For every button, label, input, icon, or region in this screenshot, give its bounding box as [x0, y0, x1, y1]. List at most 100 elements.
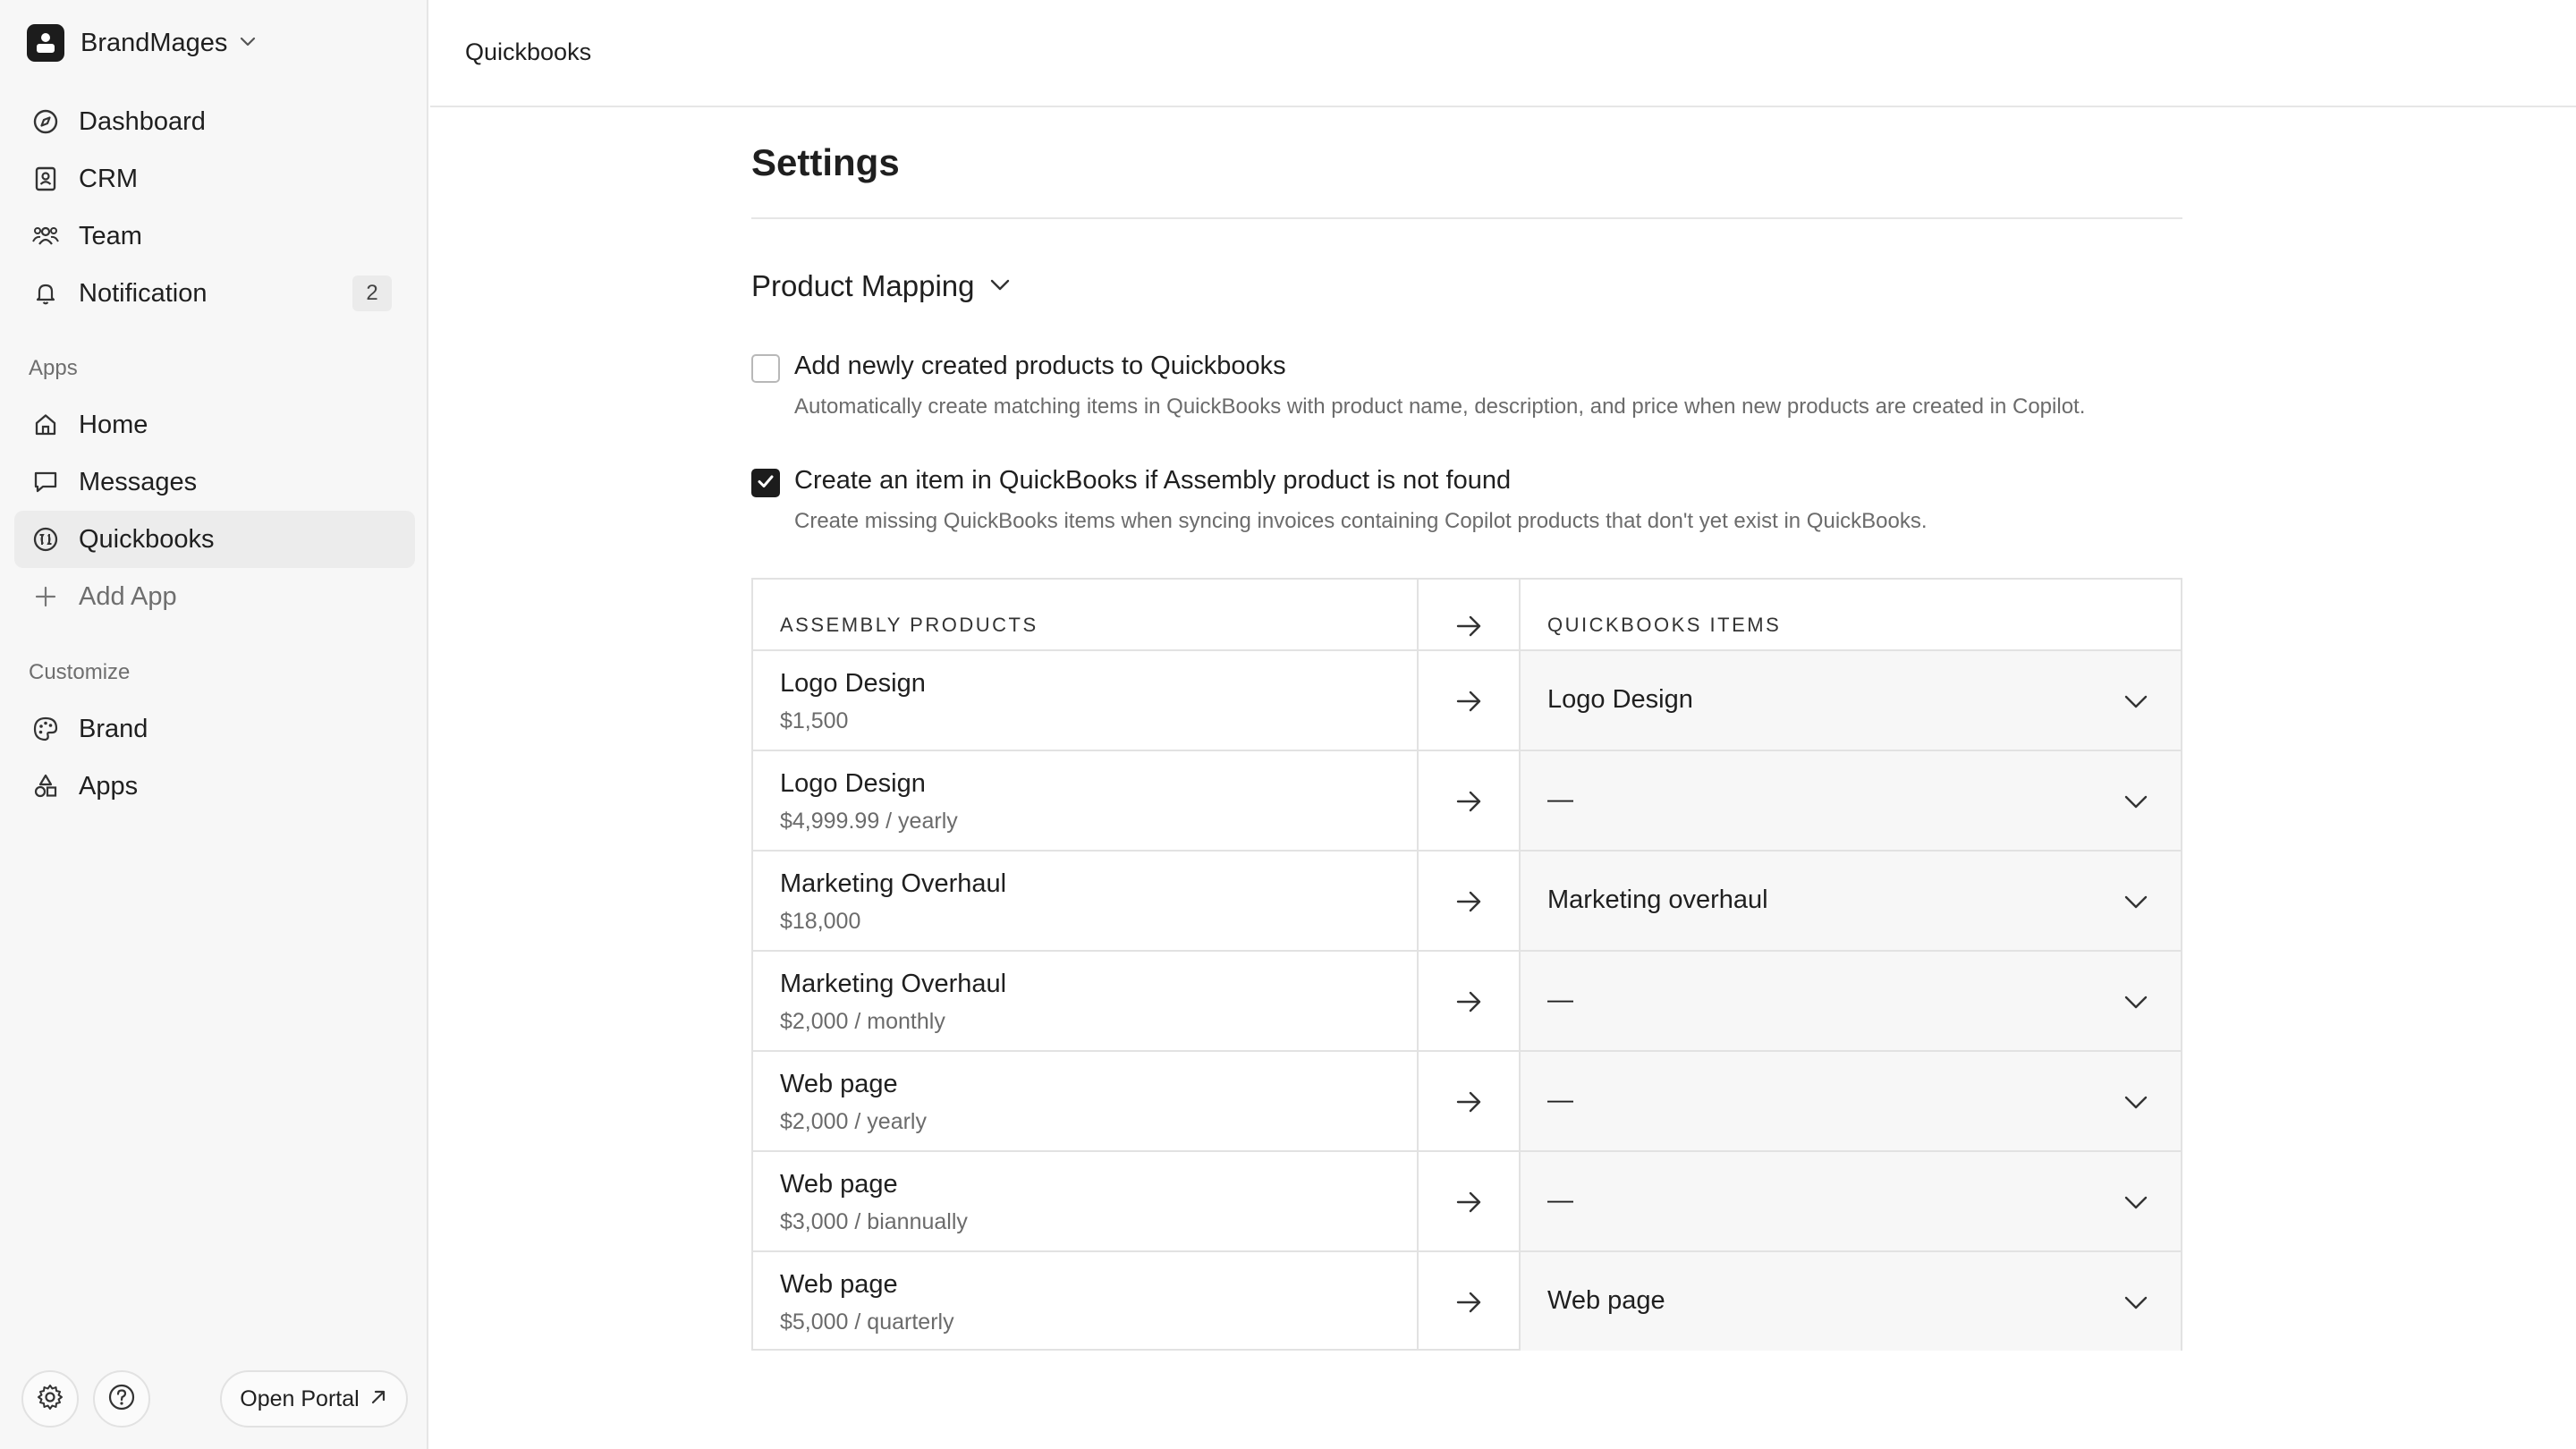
- notification-count-badge: 2: [352, 275, 392, 311]
- sidebar-item-label: Messages: [79, 467, 198, 496]
- quickbooks-item-select[interactable]: Marketing overhaul: [1521, 852, 2181, 950]
- chevron-down-icon: [238, 31, 258, 55]
- open-portal-label: Open Portal: [240, 1385, 360, 1411]
- sidebar-item-label: CRM: [79, 164, 139, 193]
- quickbooks-item-select[interactable]: —: [1521, 952, 2181, 1050]
- quickbooks-item-select[interactable]: —: [1521, 1152, 2181, 1250]
- option-description: Automatically create matching items in Q…: [794, 394, 2086, 419]
- product-price: $2,000 / yearly: [780, 1109, 927, 1134]
- message-icon: [30, 467, 61, 497]
- quickbooks-item-select[interactable]: —: [1521, 1052, 2181, 1150]
- table-row: Web page $5,000 / quarterly Web page: [753, 1250, 2181, 1351]
- column-header-quickbooks-items: QUICKBOOKS ITEMS: [1547, 614, 1782, 636]
- product-price: $4,999.99 / yearly: [780, 809, 958, 834]
- sidebar-item-dashboard[interactable]: Dashboard: [14, 93, 415, 150]
- table-row: Web page $3,000 / biannually —: [753, 1150, 2181, 1250]
- sidebar-item-brand[interactable]: Brand: [14, 700, 415, 758]
- sidebar-item-quickbooks[interactable]: Quickbooks: [14, 511, 415, 568]
- bell-icon: [30, 278, 61, 309]
- settings-button[interactable]: [21, 1370, 79, 1428]
- product-name: Marketing Overhaul: [780, 869, 1007, 898]
- chevron-down-icon: [2122, 1288, 2150, 1321]
- table-row: Web page $2,000 / yearly —: [753, 1050, 2181, 1150]
- sidebar-item-apps[interactable]: Apps: [14, 758, 415, 815]
- sidebar-item-label: Brand: [79, 714, 148, 743]
- quickbooks-icon: [30, 524, 61, 555]
- quickbooks-item-select[interactable]: Web page: [1521, 1252, 2181, 1351]
- sidebar-item-messages[interactable]: Messages: [14, 453, 415, 511]
- selected-item: —: [1547, 1186, 1573, 1215]
- breadcrumb: Quickbooks: [465, 38, 592, 65]
- workspace-logo-icon: [27, 24, 64, 62]
- sidebar-item-team[interactable]: Team: [14, 208, 415, 265]
- product-mapping-table: ASSEMBLY PRODUCTS QUICKBOOKS ITEMS Logo …: [751, 578, 2182, 1351]
- help-circle-icon: [107, 1383, 136, 1416]
- product-price: $1,500: [780, 708, 849, 733]
- sidebar-item-label: Notification: [79, 278, 208, 308]
- arrow-right-icon: [1453, 1286, 1485, 1318]
- plus-icon: [30, 581, 61, 612]
- selected-item: —: [1547, 986, 1573, 1014]
- product-price: $18,000: [780, 909, 861, 934]
- quickbooks-item-select[interactable]: Logo Design: [1521, 651, 2181, 750]
- table-row: Marketing Overhaul $18,000 Marketing ove…: [753, 850, 2181, 950]
- external-arrow-icon: [369, 1387, 388, 1411]
- checkmark-icon: [756, 471, 775, 496]
- selected-item: —: [1547, 1086, 1573, 1114]
- option-description: Create missing QuickBooks items when syn…: [794, 509, 1928, 533]
- shapes-icon: [30, 771, 61, 801]
- chevron-down-icon: [987, 271, 1013, 302]
- arrow-right-icon: [1453, 685, 1485, 717]
- compass-icon: [30, 106, 61, 137]
- product-name: Logo Design: [780, 769, 926, 798]
- sidebar-item-label: Add App: [79, 581, 177, 611]
- arrow-right-icon: [1453, 1086, 1485, 1118]
- sidebar-item-label: Quickbooks: [79, 524, 215, 554]
- chevron-down-icon: [2122, 687, 2150, 720]
- product-price: $5,000 / quarterly: [780, 1309, 954, 1335]
- product-name: Web page: [780, 1270, 898, 1299]
- add-products-checkbox[interactable]: [751, 354, 780, 383]
- product-price: $3,000 / biannually: [780, 1209, 968, 1234]
- team-icon: [30, 221, 61, 251]
- sidebar-item-crm[interactable]: CRM: [14, 150, 415, 208]
- workspace-name: BrandMages: [80, 28, 228, 57]
- option-label: Add newly created products to Quickbooks: [794, 352, 1286, 380]
- column-header-assembly-products: ASSEMBLY PRODUCTS: [780, 614, 1038, 636]
- sidebar-item-notification[interactable]: Notification 2: [14, 265, 415, 322]
- section-title: Product Mapping: [751, 269, 975, 302]
- product-name: Logo Design: [780, 669, 926, 698]
- create-item-checkbox[interactable]: [751, 469, 780, 497]
- title-divider: [751, 217, 2182, 219]
- workspace-switcher[interactable]: BrandMages: [27, 21, 258, 64]
- product-price: $2,000 / monthly: [780, 1009, 945, 1034]
- selected-item: Web page: [1547, 1286, 1665, 1315]
- selected-item: Marketing overhaul: [1547, 886, 1768, 914]
- help-button[interactable]: [93, 1370, 150, 1428]
- sidebar-item-home[interactable]: Home: [14, 396, 415, 453]
- quickbooks-item-select[interactable]: —: [1521, 751, 2181, 850]
- chevron-down-icon: [2122, 887, 2150, 920]
- table-row: Marketing Overhaul $2,000 / monthly —: [753, 950, 2181, 1050]
- sidebar-item-label: Dashboard: [79, 106, 206, 136]
- sidebar: BrandMages Dashboard CRM Team Notificati…: [0, 0, 428, 1449]
- apps-section-label: Apps: [29, 356, 78, 380]
- arrow-right-icon: [1453, 785, 1485, 818]
- arrow-right-icon: [1453, 1186, 1485, 1218]
- selected-item: —: [1547, 785, 1573, 814]
- arrow-right-icon: [1453, 986, 1485, 1018]
- arrow-right-icon: [1453, 610, 1485, 642]
- add-app-button[interactable]: Add App: [14, 568, 415, 625]
- product-name: Web page: [780, 1170, 898, 1199]
- product-name: Marketing Overhaul: [780, 970, 1007, 998]
- table-row: Logo Design $4,999.99 / yearly —: [753, 750, 2181, 850]
- chevron-down-icon: [2122, 987, 2150, 1021]
- sidebar-item-label: Home: [79, 410, 148, 439]
- sidebar-item-label: Team: [79, 221, 142, 250]
- product-name: Web page: [780, 1070, 898, 1098]
- top-bar: Quickbooks: [430, 0, 2576, 107]
- open-portal-button[interactable]: Open Portal: [220, 1370, 408, 1428]
- product-mapping-toggle[interactable]: Product Mapping: [751, 265, 1013, 308]
- page-title: Settings: [751, 141, 900, 183]
- contact-card-icon: [30, 164, 61, 194]
